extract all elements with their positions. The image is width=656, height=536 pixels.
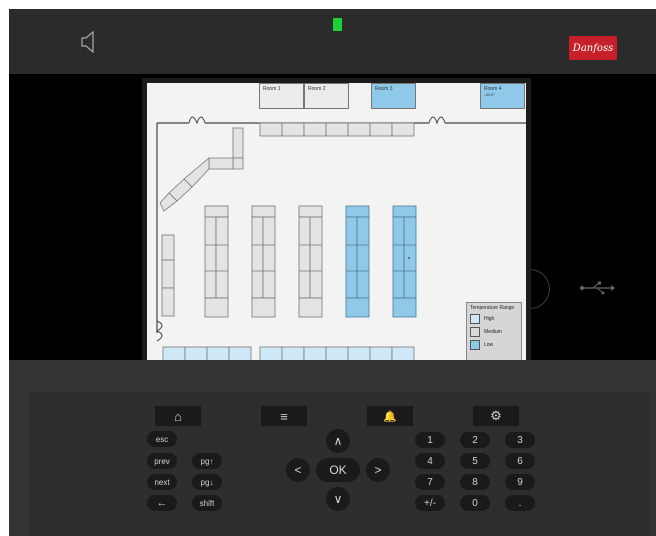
settings-button[interactable]: ⚙ <box>473 406 519 426</box>
room-1[interactable]: Room 1 <box>259 83 304 109</box>
right-arrow-button[interactable]: > <box>366 458 390 482</box>
legend-swatch <box>470 340 480 350</box>
rack-4 <box>345 205 370 318</box>
room-2[interactable]: Room 2 <box>304 83 349 109</box>
num-5-button[interactable]: 5 <box>460 453 490 469</box>
legend-swatch <box>470 327 480 337</box>
down-arrow-button[interactable]: ∨ <box>326 487 350 511</box>
gear-icon: ⚙ <box>490 408 502 423</box>
esc-button[interactable]: esc <box>147 431 177 447</box>
conveyor <box>159 127 244 212</box>
decimal-button[interactable]: . <box>505 495 535 511</box>
num-8-button[interactable]: 8 <box>460 474 490 490</box>
legend-label: High <box>484 316 495 322</box>
keypad-panel: ⌂ ≡ 🔔 ⚙ esc prev pg↑ next pg↓ ← shift ∧ … <box>9 360 656 536</box>
next-button[interactable]: next <box>147 474 177 490</box>
num-4-button[interactable]: 4 <box>415 453 445 469</box>
legend-item-low: Low <box>470 340 518 350</box>
shift-button[interactable]: shift <box>192 495 222 511</box>
rack-2 <box>251 205 276 318</box>
rack-3 <box>298 205 323 318</box>
status-led <box>333 18 342 31</box>
brand-logo: Danfoss <box>569 36 617 60</box>
keypad-area: ⌂ ≡ 🔔 ⚙ esc prev pg↑ next pg↓ ← shift ∧ … <box>29 392 649 536</box>
bell-icon: 🔔 <box>383 410 397 423</box>
num-3-button[interactable]: 3 <box>505 432 535 448</box>
room-label: Room 3 <box>375 86 393 92</box>
speaker-icon <box>81 31 94 53</box>
shelf-row-top <box>259 122 415 137</box>
num-7-button[interactable]: 7 <box>415 474 445 490</box>
legend-item-medium: Medium <box>470 327 518 337</box>
room-temp: -20.0° <box>484 92 495 97</box>
num-9-button[interactable]: 9 <box>505 474 535 490</box>
alarm-button[interactable]: 🔔 <box>367 406 413 426</box>
num-6-button[interactable]: 6 <box>505 453 535 469</box>
ok-button[interactable]: OK <box>316 458 360 482</box>
rack-5 <box>392 205 417 318</box>
legend-title: Temperature Range <box>470 305 515 311</box>
backspace-button[interactable]: ← <box>147 495 177 511</box>
legend-swatch <box>470 314 480 324</box>
menu-button[interactable]: ≡ <box>261 406 307 426</box>
shelf-left <box>161 234 175 317</box>
page-down-button[interactable]: pg↓ <box>192 474 222 490</box>
plus-minus-button[interactable]: +/- <box>415 495 445 511</box>
home-button[interactable]: ⌂ <box>155 406 201 426</box>
up-arrow-button[interactable]: ∧ <box>326 429 350 453</box>
left-arrow-button[interactable]: < <box>286 458 310 482</box>
room-label: Room 2 <box>308 86 326 92</box>
menu-icon: ≡ <box>280 408 288 424</box>
legend-label: Medium <box>484 329 502 335</box>
room-3[interactable]: Room 3 <box>371 83 416 109</box>
home-icon: ⌂ <box>174 408 182 424</box>
page-up-button[interactable]: pg↑ <box>192 453 222 469</box>
usb-icon <box>580 281 615 295</box>
side-port-cover <box>529 269 550 309</box>
num-2-button[interactable]: 2 <box>460 432 490 448</box>
temperature-legend: Temperature Range High Medium Low <box>466 302 522 361</box>
legend-item-high: High <box>470 314 518 324</box>
rack-1 <box>204 205 229 318</box>
num-0-button[interactable]: 0 <box>460 495 490 511</box>
num-1-button[interactable]: 1 <box>415 432 445 448</box>
prev-button[interactable]: prev <box>147 453 177 469</box>
room-label: Room 1 <box>263 86 281 92</box>
room-4[interactable]: Room 4 -20.0° <box>480 83 525 109</box>
legend-label: Low <box>484 342 494 348</box>
top-bar: Danfoss <box>9 9 656 74</box>
